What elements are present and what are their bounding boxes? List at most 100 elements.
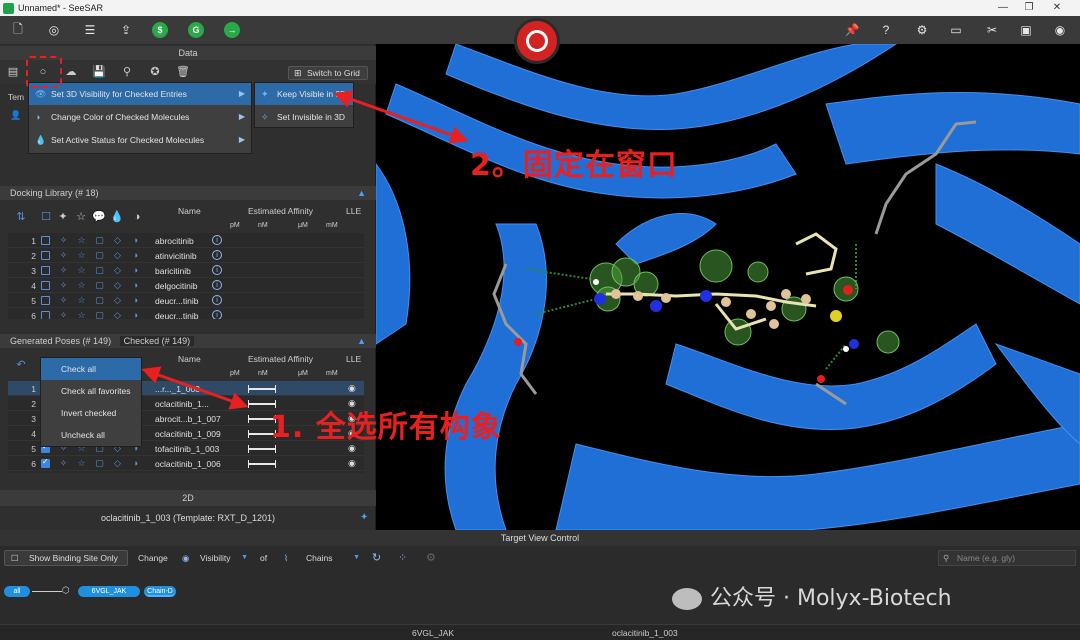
star-icon[interactable]: ☆ bbox=[76, 310, 87, 319]
table-row[interactable]: 4 ✧ ☆ ▢ ◇ ◑ delgocitinib i bbox=[8, 278, 364, 293]
star-icon[interactable]: ☆ bbox=[76, 295, 87, 306]
droplet-icon[interactable]: ◇ bbox=[112, 310, 123, 319]
template-tab[interactable]: Tem bbox=[8, 92, 28, 106]
cloud-icon[interactable]: ☁ bbox=[64, 65, 78, 79]
row-checkbox[interactable] bbox=[41, 311, 50, 319]
menu-set-active-status[interactable]: 💧 Set Active Status for Checked Molecule… bbox=[29, 129, 251, 151]
checkbox-header-icon[interactable]: ☐ bbox=[39, 210, 53, 224]
palette-column-icon[interactable]: ◑ bbox=[130, 210, 144, 224]
pin-icon[interactable]: ✧ bbox=[58, 265, 69, 276]
forward-icon[interactable]: → bbox=[224, 22, 240, 38]
scatter-icon[interactable]: ⁘ bbox=[398, 551, 407, 564]
comment-icon[interactable]: ▢ bbox=[94, 295, 105, 306]
name-column-header[interactable]: Name bbox=[178, 354, 201, 364]
droplet-icon[interactable]: ◇ bbox=[112, 280, 123, 291]
row-checkbox[interactable] bbox=[41, 457, 50, 468]
help-icon[interactable]: ? bbox=[876, 20, 896, 40]
save-icon[interactable]: 💾 bbox=[92, 65, 106, 79]
trash-icon[interactable]: 🗑 bbox=[176, 65, 190, 79]
info-icon[interactable]: i bbox=[212, 310, 222, 319]
seesar-logo[interactable] bbox=[514, 18, 560, 64]
comment-icon[interactable]: ▢ bbox=[94, 250, 105, 261]
row-checkbox[interactable] bbox=[41, 266, 50, 275]
palette-icon[interactable]: ◑ bbox=[130, 235, 141, 246]
palette-icon[interactable]: ◑ bbox=[130, 250, 141, 261]
star-icon[interactable]: ☆ bbox=[76, 280, 87, 291]
table-row[interactable]: 3 ✧ ☆ ▢ ◇ ◑ baricitinib i bbox=[8, 263, 364, 278]
visibility-dropdown[interactable]: ◉ Visibility ▼ bbox=[176, 550, 250, 566]
table-row[interactable]: 2 ✧ ☆ ▢ ◇ ◑ atinvicitinib i bbox=[8, 248, 364, 263]
droplet-column-icon[interactable]: 💧 bbox=[110, 210, 124, 224]
visibility-eye-icon[interactable]: ◉ bbox=[348, 383, 356, 394]
row-checkbox[interactable] bbox=[41, 281, 50, 290]
palette-icon[interactable]: ◑ bbox=[130, 295, 141, 306]
pin-icon[interactable]: ✧ bbox=[58, 458, 69, 469]
filter-icon[interactable]: ⚲ bbox=[120, 65, 134, 79]
info-icon[interactable]: i bbox=[212, 250, 222, 260]
droplet-icon[interactable]: ◇ bbox=[112, 295, 123, 306]
comment-icon[interactable]: ▢ bbox=[94, 265, 105, 276]
star-icon[interactable]: ☆ bbox=[76, 265, 87, 276]
switch-to-grid-button[interactable]: ⊞ Switch to Grid bbox=[288, 66, 368, 80]
table-icon[interactable]: ▤ bbox=[6, 65, 20, 79]
pin-column-icon[interactable]: ✦ bbox=[56, 210, 70, 224]
droplet-icon[interactable]: ◇ bbox=[112, 265, 123, 276]
collapse-icon[interactable]: ▲ bbox=[357, 334, 366, 348]
pin-icon[interactable]: ✧ bbox=[58, 295, 69, 306]
droplet-icon[interactable]: ◇ bbox=[112, 458, 123, 469]
pin-icon[interactable]: ✧ bbox=[58, 250, 69, 261]
protein-mode-icon[interactable]: ◎ bbox=[44, 20, 64, 40]
table-row[interactable]: 5 ✧ ☆ ▢ ◇ ◑ deucr...tinib i bbox=[8, 293, 364, 308]
close-button[interactable]: ✕ bbox=[1044, 0, 1070, 16]
lle-column-header[interactable]: LLE bbox=[346, 206, 361, 216]
pin-icon[interactable]: 📌 bbox=[842, 20, 862, 40]
minimize-button[interactable]: — bbox=[990, 0, 1016, 16]
comment-column-icon[interactable]: 💬 bbox=[92, 210, 106, 224]
gear-icon[interactable]: ⚙ bbox=[912, 20, 932, 40]
star-icon[interactable]: ☆ bbox=[76, 250, 87, 261]
undo-icon[interactable]: ↶ bbox=[14, 358, 28, 372]
palette-icon[interactable]: ◑ bbox=[130, 265, 141, 276]
tree-node-all[interactable]: all bbox=[4, 586, 30, 597]
row-checkbox[interactable] bbox=[41, 236, 50, 245]
sort-icon[interactable]: ⇅ bbox=[14, 210, 28, 224]
palette-icon[interactable]: ◑ bbox=[130, 310, 141, 319]
tree-node-chain[interactable]: Chain-D bbox=[144, 586, 176, 597]
palette-icon[interactable]: ◑ bbox=[130, 458, 141, 469]
menu-set-3d-visibility[interactable]: 👁 Set 3D Visibility for Checked Entries … bbox=[29, 83, 251, 105]
comment-icon[interactable]: ▢ bbox=[94, 458, 105, 469]
comment-icon[interactable]: ▢ bbox=[94, 235, 105, 246]
menu-set-invisible-3d[interactable]: ✧ Set Invisible in 3D bbox=[255, 106, 353, 128]
refresh-icon[interactable]: ↻ bbox=[372, 551, 381, 564]
pricing-icon[interactable]: $ bbox=[152, 22, 168, 38]
pin-icon[interactable]: ✦ bbox=[360, 512, 368, 523]
uncheck-all-item[interactable]: Uncheck all bbox=[41, 424, 141, 446]
monitor-icon[interactable]: ▭ bbox=[946, 20, 966, 40]
table-row[interactable]: 1 ✧ ☆ ▢ ◇ ◑ abrocitinib i bbox=[8, 233, 364, 248]
tree-node-protein[interactable]: 6VGL_JAK bbox=[78, 586, 140, 597]
droplet-icon[interactable]: ◇ bbox=[112, 250, 123, 261]
show-binding-site-button[interactable]: ☐ Show Binding Site Only bbox=[4, 550, 128, 566]
lle-column-header[interactable]: LLE bbox=[346, 354, 361, 364]
info-icon[interactable]: i bbox=[212, 235, 222, 245]
row-checkbox[interactable] bbox=[41, 296, 50, 305]
tools-icon[interactable]: ✂ bbox=[982, 20, 1002, 40]
palette-icon[interactable]: ◑ bbox=[130, 280, 141, 291]
pin-icon[interactable]: ✧ bbox=[58, 235, 69, 246]
pin-icon[interactable]: ✧ bbox=[58, 280, 69, 291]
star-badge-icon[interactable]: ✪ bbox=[148, 65, 162, 79]
chains-dropdown[interactable]: ⌇ Chains ▼ bbox=[278, 550, 362, 566]
window-icon[interactable]: ▣ bbox=[1016, 20, 1036, 40]
invert-checked-item[interactable]: Invert checked bbox=[41, 402, 141, 424]
check-all-item[interactable]: Check all bbox=[41, 358, 141, 380]
menu-keep-visible-3d[interactable]: ✦ Keep Visible in 3D bbox=[255, 83, 353, 105]
menu-change-color[interactable]: ◑ Change Color of Checked Molecules ▶ bbox=[29, 106, 251, 128]
new-file-icon[interactable]: 🗋 bbox=[8, 20, 28, 40]
generated-poses-title[interactable]: Generated Poses (# 149) bbox=[10, 336, 111, 346]
restore-button[interactable]: ❐ bbox=[1016, 0, 1042, 16]
info-icon[interactable]: i bbox=[212, 280, 222, 290]
name-column-header[interactable]: Name bbox=[178, 206, 201, 216]
upload-icon[interactable]: ⇪ bbox=[116, 20, 136, 40]
row-checkbox[interactable] bbox=[41, 251, 50, 260]
pin-icon[interactable]: ✧ bbox=[58, 310, 69, 319]
